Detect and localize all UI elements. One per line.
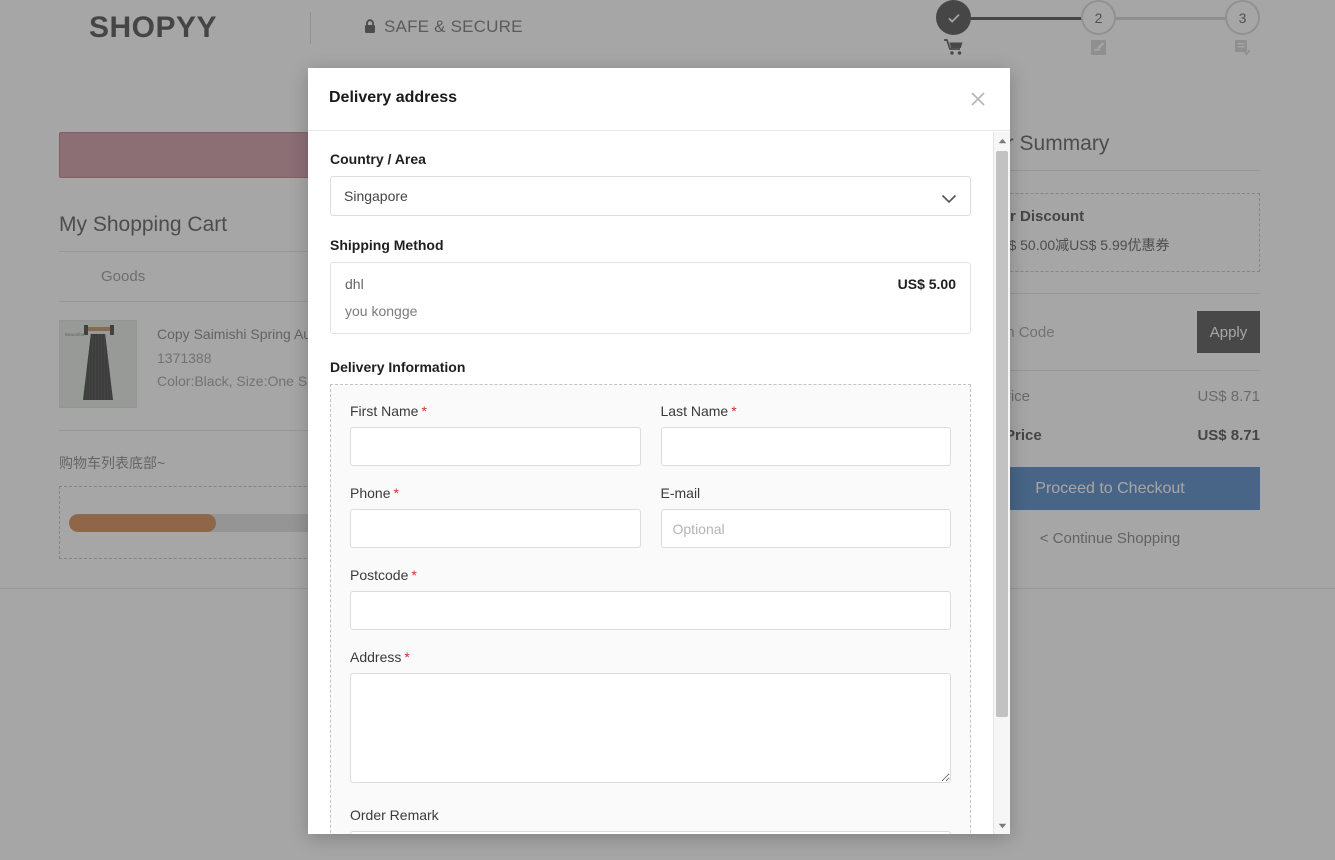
shipping-method-subtitle: you kongge (345, 303, 418, 319)
first-name-label-text: First Name (350, 403, 419, 419)
shipping-method-label: Shipping Method (330, 237, 444, 253)
close-icon[interactable] (965, 86, 991, 112)
scroll-down-arrow-icon[interactable] (994, 817, 1010, 834)
order-remark-label: Order Remark (350, 807, 439, 823)
postcode-input[interactable] (350, 591, 951, 630)
phone-input[interactable] (350, 509, 641, 548)
first-name-field: First Name * (350, 403, 641, 466)
postcode-label-text: Postcode (350, 567, 409, 583)
modal-title: Delivery address (329, 89, 458, 106)
last-name-input[interactable] (660, 427, 951, 466)
last-name-label: Last Name * (661, 403, 952, 419)
email-label: E-mail (660, 485, 701, 501)
phone-label-text: Phone (350, 485, 391, 501)
email-field: E-mail (660, 485, 951, 548)
modal-body: Country / Area Singapore Shipping Method… (308, 132, 993, 834)
delivery-information-fieldset: First Name * Last Name * Phone * E-mail … (330, 384, 971, 834)
postcode-field: Postcode * (350, 567, 951, 630)
email-input[interactable] (660, 509, 951, 548)
phone-label: Phone * (350, 485, 641, 501)
country-area-select[interactable]: Singapore (330, 176, 971, 216)
shipping-method-option[interactable]: dhl US$ 5.00 you kongge (330, 262, 971, 334)
order-remark-input[interactable] (350, 831, 951, 834)
required-mark: * (421, 403, 427, 419)
postcode-label: Postcode * (350, 567, 951, 583)
required-mark: * (393, 485, 399, 501)
name-row: First Name * Last Name * (350, 403, 951, 466)
scrollbar-thumb[interactable] (996, 151, 1008, 717)
last-name-field: Last Name * (660, 403, 952, 466)
address-field: Address * (350, 649, 951, 788)
last-name-label-text: Last Name (660, 403, 729, 419)
modal-header: Delivery address (308, 68, 1010, 131)
contact-row: Phone * E-mail (350, 485, 951, 548)
first-name-input[interactable] (350, 427, 641, 466)
country-area-value: Singapore (344, 188, 408, 204)
address-textarea[interactable] (350, 673, 951, 783)
required-mark: * (731, 403, 737, 419)
first-name-label: First Name * (350, 403, 641, 419)
delivery-address-modal: Delivery address Country / Area Singapor… (308, 68, 1010, 834)
modal-scrollbar[interactable] (993, 132, 1010, 834)
country-area-field: Singapore (330, 176, 971, 216)
address-label-text: Address (350, 649, 402, 665)
shipping-method-row: dhl US$ 5.00 (345, 276, 956, 292)
shipping-method-price: US$ 5.00 (897, 276, 956, 292)
delivery-information-label: Delivery Information (330, 359, 466, 375)
order-remark-field: Order Remark (350, 807, 951, 834)
phone-field: Phone * (350, 485, 641, 548)
address-label: Address * (350, 649, 951, 665)
required-mark: * (411, 567, 417, 583)
required-mark: * (404, 649, 410, 665)
shipping-method-name: dhl (345, 276, 364, 292)
country-area-label: Country / Area (330, 151, 426, 167)
scroll-up-arrow-icon[interactable] (994, 132, 1010, 149)
